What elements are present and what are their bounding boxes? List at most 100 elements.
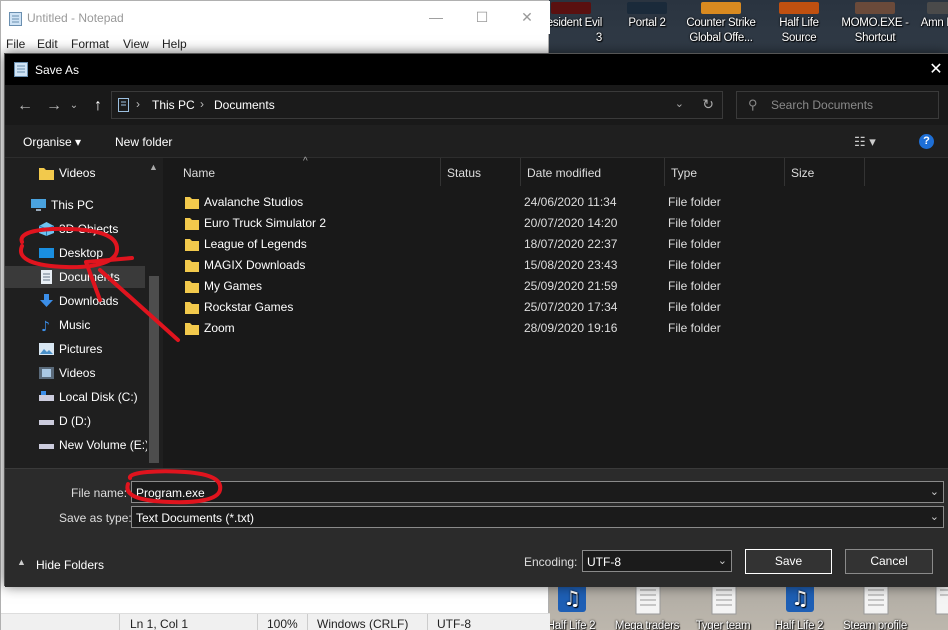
close-button[interactable]: ✕ [504, 1, 550, 34]
file-row[interactable]: League of Legends 18/07/2020 22:37 File … [179, 234, 859, 255]
menu-file[interactable]: File [6, 37, 25, 51]
maximize-button[interactable]: ☐ [459, 1, 505, 34]
notepad-icon [9, 11, 22, 26]
minimize-button[interactable]: — [413, 1, 459, 34]
file-date: 18/07/2020 22:37 [524, 237, 618, 251]
nav-item-this-pc[interactable]: This PC [5, 194, 145, 216]
file-name: Euro Truck Simulator 2 [204, 216, 327, 230]
nav-item-music[interactable]: ♪ Music [5, 314, 145, 336]
dialog-close-button[interactable]: ✕ [923, 54, 948, 85]
desktop-shortcut-counter-strike[interactable]: Counter Strike Global Offe... [684, 2, 758, 44]
address-dropdown-icon[interactable]: ⌄ [675, 97, 684, 110]
scroll-up-arrow-icon[interactable]: ▲ [149, 162, 158, 172]
refresh-icon[interactable]: ↻ [702, 96, 714, 113]
save-button[interactable]: Save [745, 549, 832, 574]
menu-format[interactable]: Format [71, 37, 109, 51]
file-row[interactable]: Euro Truck Simulator 2 20/07/2020 14:20 … [179, 213, 859, 234]
save-as-type-select[interactable]: Text Documents (*.txt) ⌄ [131, 506, 944, 528]
organise-menu-button[interactable]: Organise ▾ [23, 135, 81, 149]
status-position: Ln 1, Col 1 [130, 617, 189, 630]
nav-item-documents[interactable]: Documents [5, 266, 145, 288]
column-header-date-modified[interactable]: Date modified [521, 158, 665, 186]
file-date: 25/07/2020 17:34 [524, 300, 618, 314]
this-pc-small-icon [118, 98, 130, 112]
recent-locations-chevron-icon[interactable]: ⌄ [63, 95, 85, 117]
back-arrow-icon[interactable]: ← [14, 95, 36, 117]
save-as-type-value: Text Documents (*.txt) [136, 511, 255, 525]
desktop-shortcut-portal-2[interactable]: Portal 2 [610, 2, 684, 44]
nav-item-3d-objects[interactable]: 3D Objects [5, 218, 145, 240]
drive-icon [39, 438, 54, 452]
file-type: File folder [668, 258, 721, 272]
file-date: 25/09/2020 21:59 [524, 279, 618, 293]
desktop-shortcut-momo-exe[interactable]: MOMO.EXE - Shortcut [838, 2, 912, 44]
desktop-shortcut-half-life-2[interactable]: ♫ Half Life 2 [548, 580, 608, 630]
chevron-down-icon[interactable]: ⌄ [718, 554, 727, 567]
file-date: 28/09/2020 19:16 [524, 321, 618, 335]
new-folder-button[interactable]: New folder [115, 135, 172, 149]
nav-pane-scrollbar[interactable]: ▲ [147, 158, 161, 468]
breadcrumb-chevron-icon[interactable]: › [136, 97, 140, 111]
breadcrumb-chevron-icon[interactable]: › [200, 97, 204, 111]
file-row[interactable]: My Games 25/09/2020 21:59 File folder [179, 276, 859, 297]
column-header-size[interactable]: Size [785, 158, 865, 186]
address-bar[interactable]: › This PC › Documents ⌄ ↻ [111, 91, 723, 119]
search-box[interactable]: ⚲ [736, 91, 939, 119]
forward-arrow-icon[interactable]: → [43, 95, 65, 117]
folder-icon [185, 258, 199, 272]
file-name-value: Program.exe [136, 486, 205, 500]
breadcrumb-documents[interactable]: Documents [214, 98, 275, 112]
menu-view[interactable]: View [123, 37, 149, 51]
nav-item-pictures[interactable]: Pictures [5, 338, 145, 360]
command-bar: Organise ▾ New folder ☷ ▾ ? [5, 125, 948, 158]
column-header-name[interactable]: Name [179, 158, 441, 186]
file-name-label: File name: [71, 486, 128, 500]
counter-strike-icon [701, 2, 741, 14]
nav-item-videos[interactable]: Videos [5, 362, 145, 384]
desktop-shortcut-half-life-2-b[interactable]: ♫ Half Life 2 [762, 580, 836, 630]
dialog-title-bar[interactable]: Save As ✕ [5, 54, 948, 85]
file-row[interactable]: Rockstar Games 25/07/2020 17:34 File fol… [179, 297, 859, 318]
desktop-shortcut-amn-mach[interactable]: Amn Mach [910, 2, 948, 44]
menu-help[interactable]: Help [162, 37, 187, 51]
desktop-file-unnamed[interactable] [910, 580, 948, 630]
notepad-menu-bar: File Edit Format View Help [1, 34, 550, 54]
encoding-label: Encoding: [524, 555, 578, 569]
view-options-icon[interactable]: ☷ ▾ [854, 134, 876, 150]
scrollbar-thumb[interactable] [149, 276, 159, 463]
desktop-shortcut-half-life-source[interactable]: Half Life Source [762, 2, 836, 44]
file-row[interactable]: MAGIX Downloads 15/08/2020 23:43 File fo… [179, 255, 859, 276]
breadcrumb-this-pc[interactable]: This PC [152, 98, 195, 112]
file-row[interactable]: Avalanche Studios 24/06/2020 11:34 File … [179, 192, 859, 213]
column-header-status[interactable]: Status [441, 158, 521, 186]
nav-item-desktop[interactable]: Desktop [5, 242, 145, 264]
notepad-title-bar[interactable]: Untitled - Notepad — ☐ ✕ [1, 1, 550, 34]
search-input[interactable] [771, 97, 931, 113]
desktop-file-tyger-team[interactable]: Tyger team [686, 580, 760, 630]
hide-folders-caret-icon[interactable]: ▲ [17, 557, 26, 567]
nav-item-videos-quick[interactable]: Videos [5, 162, 145, 184]
half-life-icon [779, 2, 819, 14]
nav-item-local-disk-c[interactable]: Local Disk (C:) [5, 386, 145, 408]
chevron-down-icon[interactable]: ⌄ [930, 510, 939, 523]
file-name: Avalanche Studios [204, 195, 304, 209]
file-row[interactable]: Zoom 28/09/2020 19:16 File folder [179, 318, 859, 339]
desktop-shortcut-resident-evil-3[interactable]: Resident Evil 3 [548, 2, 608, 44]
up-arrow-icon[interactable]: ↑ [87, 95, 109, 117]
column-header-type[interactable]: Type [665, 158, 785, 186]
nav-item-downloads[interactable]: Downloads [5, 290, 145, 312]
nav-item-d-drive[interactable]: D (D:) [5, 410, 145, 432]
help-icon[interactable]: ? [919, 134, 934, 149]
hide-folders-button[interactable]: Hide Folders [36, 558, 104, 572]
encoding-select[interactable]: UTF-8 ⌄ [582, 550, 732, 572]
file-name-field[interactable]: Program.exe ⌄ [131, 481, 944, 503]
notepad-icon [14, 61, 28, 77]
chevron-down-icon[interactable]: ⌄ [930, 485, 939, 498]
cancel-button[interactable]: Cancel [845, 549, 933, 574]
desktop-file-mega-traders[interactable]: Mega traders [610, 580, 684, 630]
desktop-file-steam-profile[interactable]: Steam profile [838, 580, 912, 630]
downloads-icon [39, 294, 54, 308]
nav-item-new-volume-e[interactable]: New Volume (E:) [5, 434, 149, 456]
file-type: File folder [668, 300, 721, 314]
menu-edit[interactable]: Edit [37, 37, 58, 51]
